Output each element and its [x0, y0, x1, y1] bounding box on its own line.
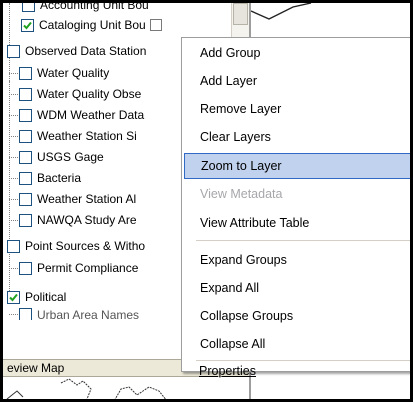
checkbox[interactable]: [19, 150, 32, 164]
menu-item-remove-layer[interactable]: Remove Layer: [184, 96, 410, 122]
tree-item-label: Water Quality Obse: [37, 87, 142, 101]
tree-item-label: Water Quality: [37, 66, 110, 80]
tree-item-label: USGS Gage: [37, 150, 104, 164]
layer-symbol-swatch: [149, 19, 162, 31]
tree-item-label: NAWQA Study Are: [37, 213, 137, 227]
tree-item-label: Weather Station Si: [37, 129, 137, 143]
scrollbar-thumb[interactable]: [233, 3, 248, 25]
menu-item-label: View Attribute Table: [200, 216, 310, 230]
tree-item-accounting-unit[interactable]: Accounting Unit Bou: [21, 3, 231, 15]
checkbox[interactable]: [22, 3, 35, 12]
checkbox[interactable]: [19, 66, 32, 80]
checkbox[interactable]: [21, 18, 34, 32]
checkbox[interactable]: [19, 129, 32, 143]
menu-separator: [196, 240, 410, 241]
checkbox[interactable]: [19, 171, 32, 185]
tree-item-label: Cataloging Unit Bou: [39, 18, 146, 32]
tree-item-label: Permit Compliance: [37, 261, 139, 275]
tree-item-label: Observed Data Station: [25, 44, 147, 58]
menu-item-label: Add Layer: [200, 74, 257, 88]
tree-item-label: Urban Area Names: [37, 308, 140, 320]
tree-item-label: Point Sources & Witho: [25, 239, 146, 253]
checkbox[interactable]: [7, 44, 20, 58]
tree-item-label: Accounting Unit Bou: [40, 3, 149, 12]
layer-context-menu: Add Group Add Layer Remove Layer Clear L…: [181, 37, 410, 372]
menu-item-expand-groups[interactable]: Expand Groups: [184, 247, 410, 273]
menu-item-collapse-groups[interactable]: Collapse Groups: [184, 303, 410, 329]
menu-item-label: Remove Layer: [200, 102, 282, 116]
check-icon: [9, 293, 18, 301]
menu-item-label: View Metadata: [200, 187, 283, 201]
menu-item-expand-all[interactable]: Expand All: [184, 275, 410, 301]
tree-item-label: Political: [25, 290, 67, 304]
menu-item-clear-layers[interactable]: Clear Layers: [184, 124, 410, 150]
tree-item-label: Weather Station Al: [37, 192, 137, 206]
menu-item-label: Expand All: [200, 281, 260, 295]
checkbox[interactable]: [19, 261, 32, 275]
tree-item-label: Bacteria: [37, 171, 82, 185]
menu-item-label: Collapse All: [200, 337, 266, 351]
menu-item-label: Zoom to Layer: [201, 159, 282, 173]
check-icon: [23, 21, 32, 29]
app-window: Accounting Unit Bou Cataloging Unit Bou …: [0, 0, 413, 402]
menu-item-properties[interactable]: Properties: [183, 358, 410, 384]
overview-map-title: eview Map: [7, 361, 65, 375]
menu-item-zoom-to-layer[interactable]: Zoom to Layer: [184, 153, 410, 179]
checkbox[interactable]: [19, 213, 32, 227]
menu-item-label: Properties: [199, 364, 256, 378]
menu-item-view-metadata: View Metadata: [184, 181, 410, 207]
tree-item-cataloging-unit[interactable]: Cataloging Unit Bou: [21, 15, 231, 35]
menu-item-view-attribute-table[interactable]: View Attribute Table: [184, 210, 410, 236]
menu-item-collapse-all[interactable]: Collapse All: [184, 331, 410, 357]
checkbox[interactable]: [19, 87, 32, 101]
menu-item-label: Add Group: [200, 46, 261, 60]
tree-item-label: WDM Weather Data: [37, 108, 145, 122]
checkbox[interactable]: [7, 239, 20, 253]
menu-item-label: Clear Layers: [200, 130, 271, 144]
menu-item-add-group[interactable]: Add Group: [184, 40, 410, 66]
menu-item-add-layer[interactable]: Add Layer: [184, 68, 410, 94]
checkbox[interactable]: [19, 108, 32, 122]
menu-item-label: Expand Groups: [200, 253, 287, 267]
checkbox[interactable]: [19, 192, 32, 206]
menu-item-label: Collapse Groups: [200, 309, 294, 323]
checkbox[interactable]: [19, 308, 32, 320]
checkbox[interactable]: [7, 290, 20, 304]
